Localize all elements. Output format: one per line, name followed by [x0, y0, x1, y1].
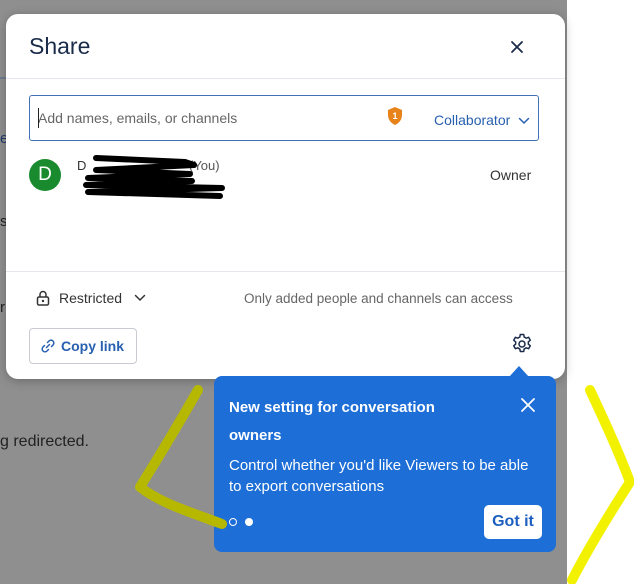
lock-icon	[36, 290, 50, 306]
close-icon[interactable]	[519, 396, 537, 414]
access-divider	[6, 271, 565, 272]
chevron-down-icon	[518, 117, 530, 125]
tooltip-title: New setting for conversation owners	[229, 399, 435, 444]
role-select[interactable]: Collaborator	[434, 112, 530, 128]
header-divider	[6, 78, 565, 79]
chevron-down-icon	[134, 294, 146, 302]
backdrop-redirect-text: g redirected.	[0, 433, 89, 450]
gear-icon[interactable]	[510, 332, 534, 356]
text-caret	[38, 108, 39, 128]
general-access-label: Restricted	[59, 290, 123, 306]
svg-text:1: 1	[392, 111, 397, 121]
share-dialog: Share 1 Collaborator D D (You) Owner Res…	[6, 14, 565, 379]
copy-link-button[interactable]: Copy link	[29, 328, 137, 364]
got-it-button[interactable]: Got it	[484, 505, 542, 539]
close-icon[interactable]	[505, 35, 529, 59]
link-icon	[41, 339, 55, 353]
step-dot-1	[229, 518, 237, 526]
dialog-title: Share	[29, 33, 91, 59]
backdrop-text-fragment: r	[0, 299, 5, 316]
feature-tooltip: New setting for conversation owners Cont…	[214, 366, 556, 552]
redaction-scribble	[83, 155, 225, 199]
step-dot-2	[245, 518, 253, 526]
role-select-label: Collaborator	[434, 112, 511, 128]
share-input-box[interactable]: 1 Collaborator	[29, 95, 539, 141]
tooltip-arrow	[509, 366, 529, 377]
avatar: D	[29, 159, 61, 191]
tooltip-body: Control whether you'd like Viewers to be…	[229, 457, 529, 495]
shield-icon: 1	[388, 107, 402, 125]
general-access-description: Only added people and channels can acces…	[244, 291, 513, 306]
share-input[interactable]	[38, 107, 368, 129]
member-role: Owner	[490, 167, 532, 183]
copy-link-label: Copy link	[61, 338, 125, 354]
